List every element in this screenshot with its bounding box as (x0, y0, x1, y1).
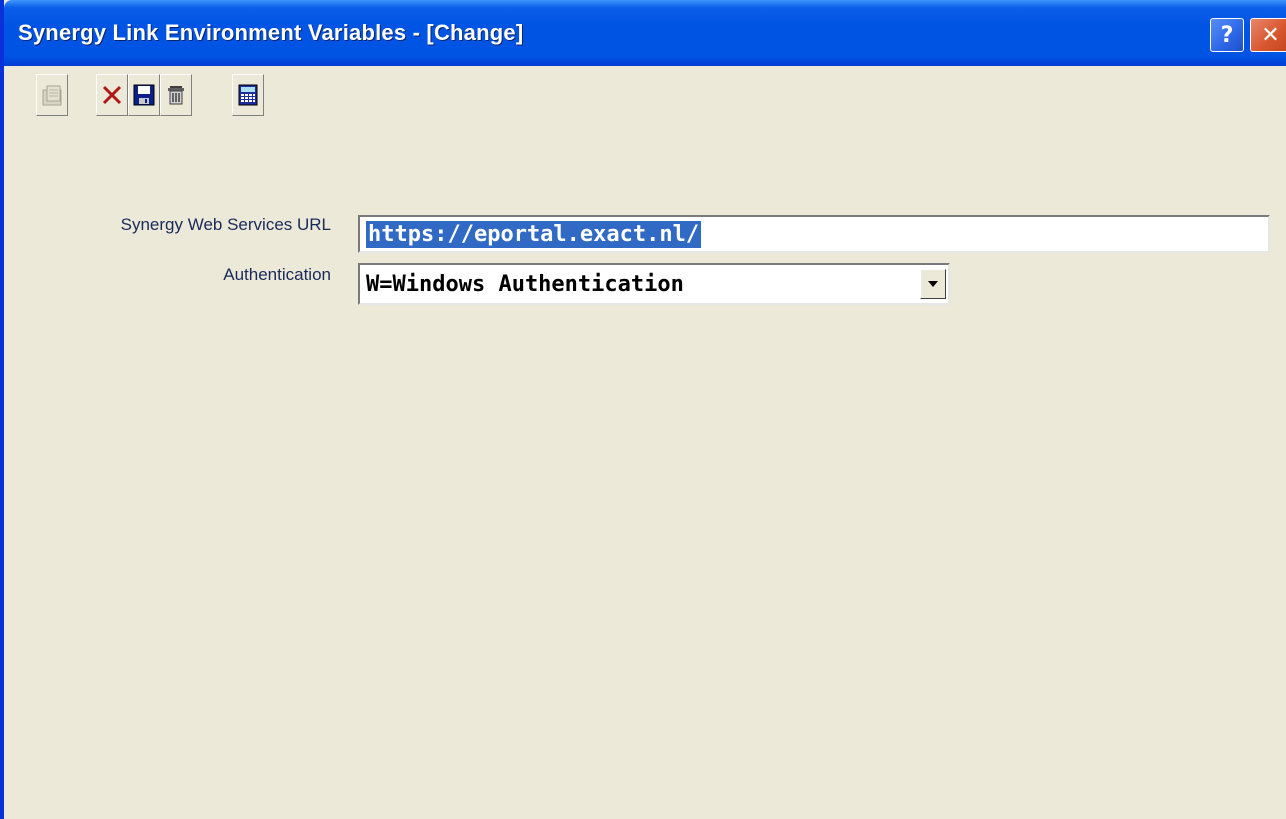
app-window: Synergy Link Environment Variables - [Ch… (0, 0, 1286, 819)
close-button[interactable]: ✕ (1250, 18, 1286, 52)
help-button[interactable]: ? (1210, 18, 1244, 52)
save-icon (133, 84, 155, 106)
url-value: https://eportal.exact.nl/ (366, 220, 702, 248)
dropdown-button[interactable] (920, 269, 946, 299)
url-input[interactable]: https://eportal.exact.nl/ (358, 215, 1270, 253)
chevron-down-icon (928, 281, 938, 287)
new-button[interactable] (36, 74, 68, 116)
window-title: Synergy Link Environment Variables - [Ch… (18, 20, 524, 45)
new-document-icon (42, 85, 62, 106)
help-icon: ? (1220, 22, 1234, 48)
delete-button[interactable] (160, 74, 192, 116)
calculator-button[interactable] (232, 74, 264, 116)
delete-icon (168, 86, 184, 105)
url-label: Synergy Web Services URL (120, 215, 331, 234)
close-icon: ✕ (1261, 22, 1280, 48)
authentication-label: Authentication (223, 265, 331, 284)
title-bar[interactable]: Synergy Link Environment Variables - [Ch… (4, 0, 1286, 66)
cancel-button[interactable] (96, 74, 128, 116)
authentication-value: W=Windows Authentication (366, 272, 684, 297)
authentication-select[interactable]: W=Windows Authentication (358, 263, 950, 305)
calculator-icon (238, 84, 258, 106)
cancel-icon (102, 85, 122, 105)
save-button[interactable] (128, 74, 160, 116)
